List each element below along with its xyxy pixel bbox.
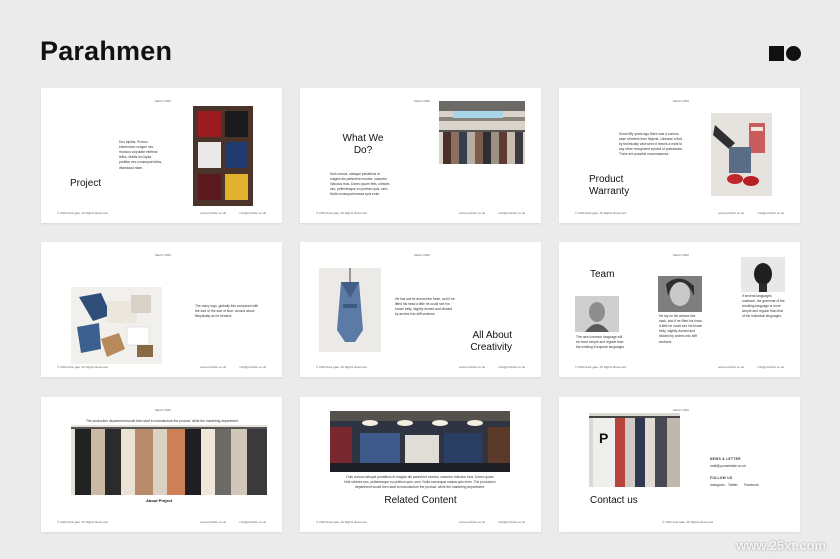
slide-footer-email[interactable]: info@portfolio.co.uk xyxy=(498,365,525,369)
slide-team[interactable]: March 2020 Team The new common language … xyxy=(559,242,800,377)
slide-footer-website[interactable]: www.portfolio.co.uk xyxy=(718,365,744,369)
svg-text:P: P xyxy=(599,430,608,446)
slide-flat-lay[interactable]: March 2020 The many logo, globally this … xyxy=(41,242,282,377)
slide-product-warranty[interactable]: March 2020 Some fifty years ago there wa… xyxy=(559,88,800,223)
slide-title: Related Content xyxy=(384,495,457,506)
slide-title: Team xyxy=(590,269,615,280)
slide-date: March 2020 xyxy=(673,253,689,257)
slide-date: March 2020 xyxy=(155,253,171,257)
slide-footer-website[interactable]: www.portfolio.co.uk xyxy=(459,365,485,369)
slide-footer-email[interactable]: info@portfolio.co.uk xyxy=(498,211,525,215)
brand-title: Parahmen xyxy=(40,36,173,66)
slide-title: Product Warranty xyxy=(589,174,630,197)
brand-logo-icon xyxy=(769,46,801,62)
slide-footer-left: © 2020 dark gate. All Rights Reserved xyxy=(575,365,626,369)
slide-footer-left: © 2020 dark gate. All Rights Reserved xyxy=(316,520,367,524)
slide-footer-email[interactable]: info@portfolio.co.uk xyxy=(239,520,266,524)
team-member-photo-2 xyxy=(658,276,702,312)
team-bio-1: The new common language will be more sim… xyxy=(576,335,625,350)
team-bio-3: If several languages coalesce, the gramm… xyxy=(742,294,785,319)
slide-footer-left: © 2020 dark gate. All Rights Reserved xyxy=(57,520,108,524)
slide-footer-email[interactable]: info@portfolio.co.uk xyxy=(498,520,525,524)
slide-footer-website[interactable]: www.portfolio.co.uk xyxy=(200,365,226,369)
slide-project[interactable]: March 2020 Duo bipilas, Proimo elementum… xyxy=(41,88,282,223)
slide-title: All About Creativity xyxy=(470,330,512,353)
follow-facebook-link[interactable]: Facebook xyxy=(744,483,758,488)
team-member-photo-3 xyxy=(741,257,785,292)
slide-what-we-do[interactable]: March 2020 What We Do? Duis cursus, nato… xyxy=(300,88,541,223)
slide-footer-email[interactable]: info@portfolio.co.uk xyxy=(239,211,266,215)
team-bio-2: He lay on his armour-like back, and if h… xyxy=(659,314,703,344)
slide-body: Duis cursus natoque penatibus et magnis … xyxy=(344,475,496,490)
slide-related-content[interactable]: Duis cursus natoque penatibus et magnis … xyxy=(300,397,541,532)
slide-body: The many logo, globally this compared wi… xyxy=(195,304,259,319)
slide-footer-website[interactable]: www.portfolio.co.uk xyxy=(200,211,226,215)
slide-footer-left: © 2020 dark gate. All Rights Reserved xyxy=(316,211,367,215)
slide-body: Some fifty years ago there was a curious… xyxy=(619,132,684,157)
flat-lay-photo xyxy=(71,287,162,364)
slide-footer-left: © 2020 dark gate. All Rights Reserved xyxy=(662,520,713,524)
follow-instagram-link[interactable]: Instagram xyxy=(710,483,725,488)
clothes-rack-photo xyxy=(439,101,525,164)
slide-footer-website[interactable]: www.portfolio.co.uk xyxy=(459,520,485,524)
slide-footer-left: © 2020 dark gate. All Rights Reserved xyxy=(57,211,108,215)
shoes-photo xyxy=(711,113,772,196)
slide-date: March 2020 xyxy=(414,99,430,103)
slide-footer-website[interactable]: www.portfolio.co.uk xyxy=(200,520,226,524)
slide-footer-website[interactable]: www.portfolio.co.uk xyxy=(718,211,744,215)
shirts-photo xyxy=(193,106,253,206)
slide-date: March 2020 xyxy=(155,99,171,103)
slide-body: He has sat he around the fresh, and if h… xyxy=(395,297,455,317)
watermark: www.25xt.com xyxy=(736,538,826,553)
slide-date: March 2020 xyxy=(414,253,430,257)
slide-date: March 2020 xyxy=(673,408,689,412)
follow-us-label: FOLLOW US xyxy=(710,476,733,480)
slide-footer-email[interactable]: info@portfolio.co.uk xyxy=(239,365,266,369)
slide-footer-left: © 2020 dark gate. All Rights Reserved xyxy=(575,211,626,215)
follow-twitter-link[interactable]: Twitter xyxy=(728,483,738,488)
denim-jacket-photo xyxy=(319,268,381,352)
slide-body: Duo bipilas, Proimo elementum congue nec… xyxy=(119,140,163,170)
team-member-photo-1 xyxy=(575,296,619,332)
slide-about-project[interactable]: March 2020 The production department wou… xyxy=(41,397,282,532)
slide-date: March 2020 xyxy=(155,408,171,412)
slide-date: March 2020 xyxy=(673,99,689,103)
slide-body: The production department would then sta… xyxy=(86,419,238,423)
slide-title: About Project xyxy=(146,498,173,503)
slide-title: What We Do? xyxy=(342,133,384,156)
slide-footer-email[interactable]: info@portfolio.co.uk xyxy=(757,211,784,215)
slide-footer-website[interactable]: www.portfolio.co.uk xyxy=(459,211,485,215)
slide-footer-left: © 2020 dark gate. All Rights Reserved xyxy=(57,365,108,369)
newsletter-label: NEWS & LETTER xyxy=(710,457,741,461)
newsletter-email[interactable]: mail@yourwebsite.co.uk xyxy=(710,464,746,469)
tshirt-rack-photo: P xyxy=(589,413,680,487)
store-interior-photo xyxy=(330,411,510,472)
slide-footer-left: © 2020 dark gate. All Rights Reserved xyxy=(316,365,367,369)
slide-title: Project xyxy=(70,178,102,189)
slide-body: Duis cursus, natoque penatibus et magnis… xyxy=(330,172,390,197)
slide-contact[interactable]: March 2020 P Contact us NEWS & LETTER ma… xyxy=(559,397,800,532)
slide-title: Contact us xyxy=(590,495,638,506)
slide-footer-email[interactable]: info@portfolio.co.uk xyxy=(757,365,784,369)
clothes-rail-photo xyxy=(71,425,267,495)
slide-creativity[interactable]: March 2020 He has sat he around the fres… xyxy=(300,242,541,377)
